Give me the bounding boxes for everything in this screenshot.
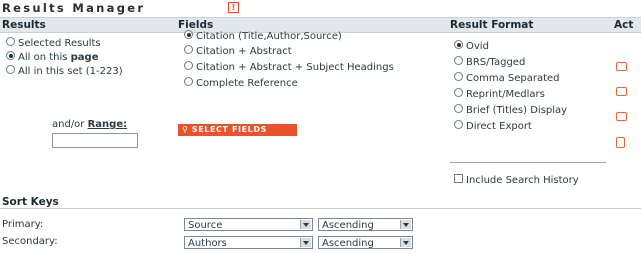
format-reprint-label: Reprint/Medlars (466, 89, 545, 100)
format-ovid-radio[interactable] (454, 40, 463, 49)
all-in-set-label: All in this set (1-223) (18, 66, 123, 77)
primary-field-select[interactable]: Source (184, 218, 313, 231)
results-manager-panel: Results Manager ! Results Fields Result … (0, 0, 641, 253)
format-comma-option[interactable]: Comma Separated (454, 72, 560, 85)
format-brief-radio[interactable] (454, 104, 463, 113)
primary-order-select[interactable]: Ascending (318, 218, 413, 231)
field-complete-option[interactable]: Complete Reference (184, 77, 298, 90)
format-ovid-option[interactable]: Ovid (454, 40, 489, 53)
format-export-radio[interactable] (454, 120, 463, 129)
secondary-field-select[interactable]: Authors (184, 236, 313, 249)
format-reprint-radio[interactable] (454, 88, 463, 97)
selected-results-radio[interactable] (6, 37, 15, 46)
field-complete-radio[interactable] (184, 77, 193, 86)
chevron-down-icon (400, 220, 411, 229)
include-history-label: Include Search History (466, 175, 579, 186)
include-history-checkbox[interactable] (454, 174, 463, 183)
chevron-down-icon (300, 220, 311, 229)
secondary-label: Secondary: (2, 236, 58, 247)
chevron-down-icon (300, 238, 311, 247)
chevron-down-icon (400, 238, 411, 247)
format-brs-option[interactable]: BRS/Tagged (454, 56, 525, 69)
primary-field-value: Source (188, 220, 223, 231)
include-history-option[interactable]: Include Search History (454, 174, 579, 187)
results-header: Results (2, 19, 46, 31)
range-label-bold: Range: (87, 119, 128, 130)
all-on-page-radio[interactable] (6, 51, 15, 60)
select-fields-button[interactable]: ⚲ SELECT FIELDS (178, 124, 297, 136)
sort-keys-title: Sort Keys (2, 196, 59, 208)
select-fields-label: SELECT FIELDS (191, 125, 267, 134)
format-brs-radio[interactable] (454, 56, 463, 65)
secondary-order-value: Ascending (322, 238, 374, 249)
primary-order-value: Ascending (322, 220, 374, 231)
range-prefix: and/or (52, 119, 88, 130)
range-label: and/or Range: (52, 119, 127, 130)
panel-title: Results Manager (2, 1, 146, 15)
field-subject-radio[interactable] (184, 61, 193, 70)
format-brief-option[interactable]: Brief (Titles) Display (454, 104, 567, 117)
title-bar: Results Manager ! (0, 0, 641, 15)
format-brs-label: BRS/Tagged (466, 57, 526, 68)
field-complete-label: Complete Reference (196, 78, 298, 89)
all-in-set-option[interactable]: All in this set (1-223) (6, 65, 123, 78)
format-export-option[interactable]: Direct Export (454, 120, 532, 133)
format-header: Result Format (450, 19, 534, 31)
search-icon: ⚲ (182, 125, 189, 134)
field-citation-label: Citation (Title,Author,Source) (196, 31, 342, 42)
range-input[interactable] (52, 133, 138, 148)
format-brief-label: Brief (Titles) Display (466, 105, 568, 116)
secondary-field-value: Authors (188, 238, 227, 249)
selected-results-option[interactable]: Selected Results (6, 37, 101, 50)
field-subject-label: Citation + Abstract + Subject Headings (196, 62, 394, 73)
sort-divider (0, 208, 641, 209)
all-on-page-bold: page (70, 52, 99, 63)
secondary-order-select[interactable]: Ascending (318, 236, 413, 249)
field-abstract-radio[interactable] (184, 45, 193, 54)
field-citation-option[interactable]: Citation (Title,Author,Source) (184, 30, 342, 43)
field-abstract-label: Citation + Abstract (196, 46, 292, 57)
field-subject-option[interactable]: Citation + Abstract + Subject Headings (184, 61, 394, 74)
field-citation-radio[interactable] (184, 30, 193, 39)
order-icon[interactable] (616, 137, 625, 148)
format-comma-radio[interactable] (454, 72, 463, 81)
print-icon[interactable] (616, 62, 627, 71)
field-abstract-option[interactable]: Citation + Abstract (184, 45, 292, 58)
all-on-page-option[interactable]: All on this page (6, 51, 99, 64)
format-reprint-option[interactable]: Reprint/Medlars (454, 88, 545, 101)
help-icon[interactable]: ! (228, 2, 239, 13)
actions-header: Act (614, 19, 634, 31)
primary-label: Primary: (2, 219, 44, 230)
format-export-label: Direct Export (466, 121, 532, 132)
all-in-set-radio[interactable] (6, 65, 15, 74)
format-divider (450, 162, 606, 163)
format-comma-label: Comma Separated (466, 73, 560, 84)
email-icon[interactable] (616, 87, 627, 96)
format-ovid-label: Ovid (466, 41, 489, 52)
all-on-page-label: All on this (18, 52, 71, 63)
selected-results-label: Selected Results (18, 38, 101, 49)
save-icon[interactable] (616, 112, 627, 121)
